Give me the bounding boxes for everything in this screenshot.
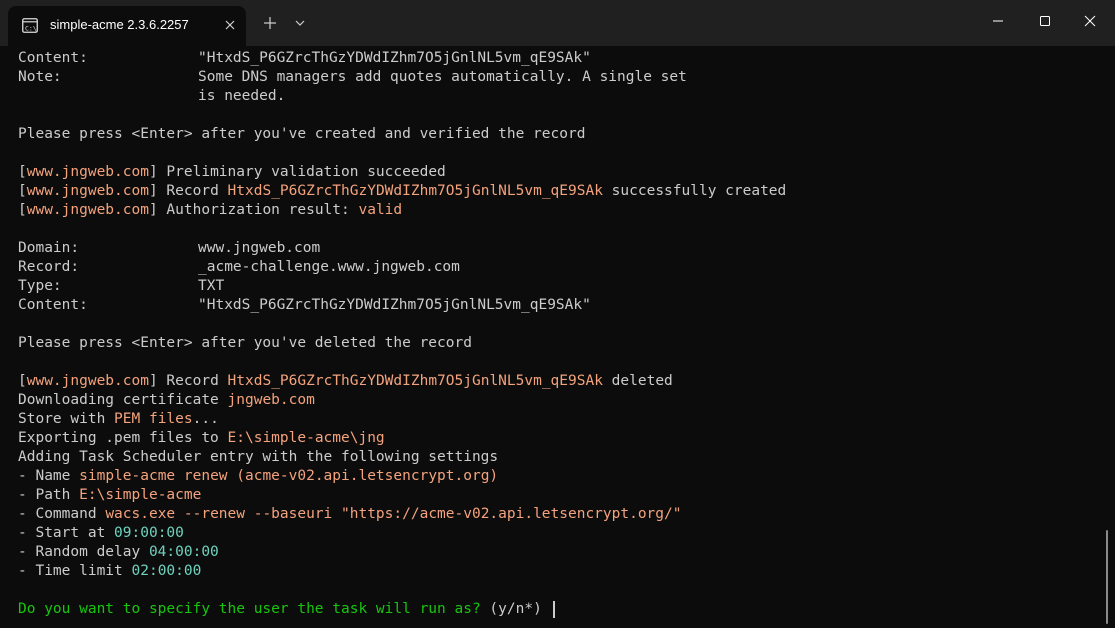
press-enter-created-line: Please press <Enter> after you've create…: [18, 126, 586, 142]
adding-task-line: Adding Task Scheduler entry with the fol…: [18, 449, 499, 465]
task-delay-line: - Random delay 04:00:00: [18, 544, 219, 560]
chevron-down-icon[interactable]: [289, 12, 311, 34]
content-line: Content: "HtxdS_P6GZrcThGzYDWdIZhm7O5jGnl…: [18, 297, 591, 313]
title-bar: C:\ simple-acme 2.3.6.2257: [0, 0, 1115, 46]
record-deleted-line: [www.jngweb.com] Record HtxdS_P6GZrcThGz…: [18, 373, 673, 389]
plus-icon[interactable]: [259, 12, 281, 34]
exporting-line: Exporting .pem files to E:\simple-acme\j…: [18, 430, 385, 446]
record-line: Record: _acme-challenge.www.jngweb.com: [18, 259, 460, 275]
close-icon[interactable]: [1067, 0, 1113, 40]
press-enter-deleted-line: Please press <Enter> after you've delete…: [18, 335, 472, 351]
text-cursor: [552, 600, 555, 618]
minimize-icon[interactable]: [975, 0, 1021, 40]
content-line: Content: "HtxdS_P6GZrcThGzYDWdIZhm7O5jGnl…: [18, 50, 591, 66]
prompt-line[interactable]: Do you want to specify the user the task…: [18, 600, 555, 619]
svg-text:C:\: C:\: [25, 24, 37, 32]
downloading-line: Downloading certificate jngweb.com: [18, 392, 315, 408]
preliminary-validation-line: [www.jngweb.com] Preliminary validation …: [18, 164, 446, 180]
task-start-line: - Start at 09:00:00: [18, 525, 184, 541]
terminal-icon: C:\: [22, 18, 38, 33]
task-limit-line: - Time limit 02:00:00: [18, 563, 202, 579]
maximize-icon[interactable]: [1021, 0, 1067, 40]
authorization-result-line: [www.jngweb.com] Authorization result: v…: [18, 202, 403, 218]
terminal-output[interactable]: Content: "HtxdS_P6GZrcThGzYDWdIZhm7O5jGnl…: [0, 46, 1103, 628]
type-line: Type: TXT: [18, 278, 225, 294]
task-path-line: - Path E:\simple-acme: [18, 487, 202, 503]
tab-title: simple-acme 2.3.6.2257: [50, 17, 189, 32]
close-icon[interactable]: [221, 16, 239, 34]
domain-line: Domain: www.jngweb.com: [18, 240, 321, 256]
note-line: Note: Some DNS managers add quotes automa…: [18, 69, 687, 85]
tab-simple-acme[interactable]: C:\ simple-acme 2.3.6.2257: [8, 6, 246, 46]
note-line-continued: is needed.: [198, 88, 286, 104]
task-command-line: - Command wacs.exe --renew --baseuri "ht…: [18, 506, 682, 522]
record-created-line: [www.jngweb.com] Record HtxdS_P6GZrcThGz…: [18, 183, 787, 199]
scrollbar[interactable]: [1106, 530, 1108, 624]
store-line: Store with PEM files...: [18, 411, 219, 427]
task-name-line: - Name simple-acme renew (acme-v02.api.l…: [18, 468, 499, 484]
